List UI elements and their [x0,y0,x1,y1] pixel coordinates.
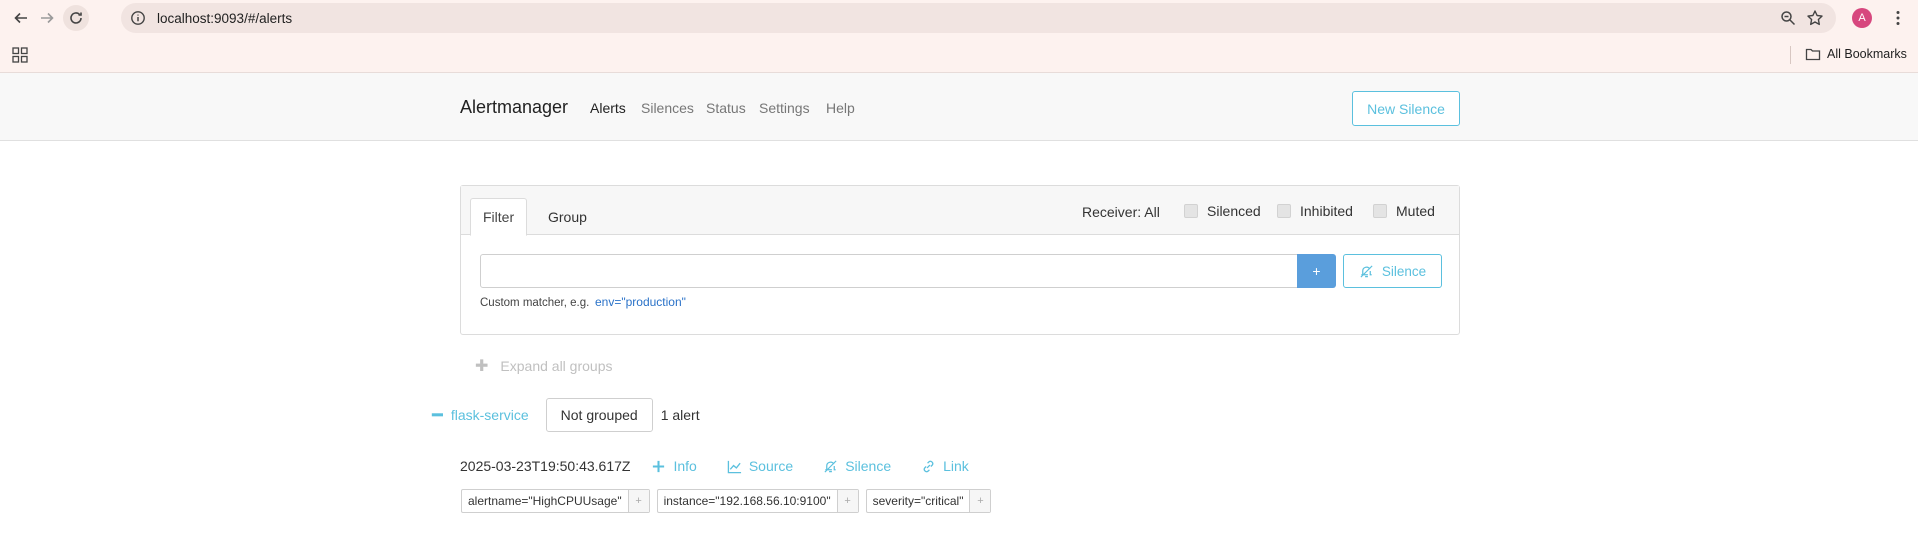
plus-icon: ✚ [475,358,489,375]
address-bar[interactable]: localhost:9093/#/alerts [121,3,1836,33]
url-text[interactable]: localhost:9093/#/alerts [157,11,292,26]
alert-count: 1 alert [660,407,700,423]
silence-alert-button[interactable]: Silence [823,458,891,474]
brand-title[interactable]: Alertmanager [460,97,568,118]
label-text[interactable]: instance="192.168.56.10:9100" [658,490,838,512]
alert-group-header: ━ flask-service Not grouped 1 alert [432,398,700,432]
reload-icon [70,12,82,24]
nav-silences[interactable]: Silences [641,100,694,116]
matcher-example-link[interactable]: env="production" [595,295,686,309]
alert-labels: alertname="HighCPUUsage" + instance="192… [461,489,992,513]
group-name-link[interactable]: flask-service [451,407,529,423]
silence-alert-label: Silence [845,458,892,474]
label-chip-alertname[interactable]: alertname="HighCPUUsage" + [461,489,650,513]
link-button[interactable]: Link [921,458,969,474]
matcher-hint: Custom matcher, e.g. [480,297,590,309]
filter-card-header: Filter Group Receiver: All Silenced Inhi… [461,186,1459,236]
checkbox-inhibited[interactable]: Inhibited [1277,203,1353,219]
checkbox-muted[interactable]: Muted [1373,203,1435,219]
source-button[interactable]: Source [727,458,793,474]
bookmarks-bar: All Bookmarks [0,36,1918,73]
label-chip-instance[interactable]: instance="192.168.56.10:9100" + [656,489,859,513]
checkbox-label: Muted [1396,203,1435,219]
checkbox-silenced[interactable]: Silenced [1184,203,1261,219]
checkbox-box[interactable] [1277,204,1291,218]
tab-filter[interactable]: Filter [470,198,528,236]
plus-icon [653,460,665,472]
bookmarks-divider [1790,46,1791,64]
nav-help[interactable]: Help [826,100,855,116]
source-label: Source [748,458,794,474]
link-icon [923,460,934,472]
all-bookmarks-label: All Bookmarks [1827,47,1907,61]
site-info-icon[interactable] [130,10,146,26]
nav-status[interactable]: Status [706,100,746,116]
add-label-filter-button[interactable]: + [628,490,649,512]
browser-toolbar: localhost:9093/#/alerts A [0,0,1918,36]
new-silence-button[interactable]: New Silence [1352,91,1460,126]
alert-item: 2025-03-23T19:50:43.617Z Info Source Sil… [460,455,999,477]
silence-filter-button[interactable]: Silence [1343,254,1442,288]
reload-button[interactable] [63,5,89,31]
label-text[interactable]: severity="critical" [867,490,971,512]
checkbox-label: Silenced [1207,203,1261,219]
checkbox-box[interactable] [1184,204,1198,218]
filter-card: Filter Group Receiver: All Silenced Inhi… [460,185,1460,335]
menu-kebab-icon[interactable] [1888,8,1908,28]
arrow-right-icon [41,12,54,24]
filter-input[interactable] [480,254,1298,288]
add-filter-button[interactable]: + [1297,254,1336,288]
info-label: Info [673,458,697,474]
forward-button[interactable] [34,5,60,31]
nav-settings[interactable]: Settings [759,100,810,116]
app-navbar: Alertmanager Alerts Silences Status Sett… [0,73,1918,141]
folder-icon [1805,48,1821,61]
label-text[interactable]: alertname="HighCPUUsage" [462,490,629,512]
bookmark-star-icon[interactable] [1806,9,1824,27]
profile-avatar[interactable]: A [1852,8,1872,28]
bell-slash-icon [824,459,837,473]
checkbox-box[interactable] [1373,204,1387,218]
nav-alerts[interactable]: Alerts [590,100,626,116]
all-bookmarks-button[interactable]: All Bookmarks [1805,46,1907,62]
grouping-badge: Not grouped [545,398,653,432]
add-label-filter-button[interactable]: + [837,490,858,512]
link-label: Link [943,458,969,474]
label-chip-severity[interactable]: severity="critical" + [865,489,992,513]
add-label-filter-button[interactable]: + [970,490,991,512]
expand-all-label: Expand all groups [500,358,613,374]
silence-filter-label: Silence [1381,263,1427,279]
expand-all-groups-button[interactable]: ✚ Expand all groups [475,356,612,376]
arrow-left-icon [14,12,27,24]
info-button[interactable]: Info [651,458,697,474]
back-button[interactable] [8,5,34,31]
checkbox-label: Inhibited [1300,203,1353,219]
zoom-icon[interactable] [1780,10,1796,26]
chart-line-icon [727,460,741,473]
apps-grid-icon[interactable] [12,47,28,63]
receiver-selector[interactable]: Receiver: All [1082,204,1160,220]
collapse-minus-icon[interactable]: ━ [432,406,443,424]
alert-timestamp: 2025-03-23T19:50:43.617Z [460,458,631,474]
bell-slash-icon [1360,264,1373,278]
tab-group[interactable]: Group [536,198,599,236]
